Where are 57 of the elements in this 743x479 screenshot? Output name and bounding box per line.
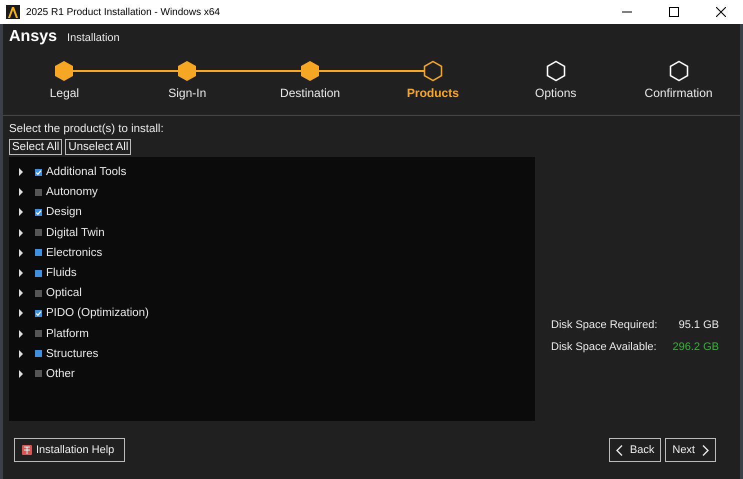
app-logo-icon — [6, 5, 20, 19]
disk-space-value: 95.1 GB — [678, 319, 719, 331]
checkbox[interactable] — [35, 350, 42, 358]
step-label[interactable]: Confirmation — [644, 86, 713, 100]
checkbox[interactable] — [35, 290, 42, 297]
next-button[interactable]: Next — [665, 438, 716, 462]
product-label[interactable]: Optical — [46, 287, 82, 300]
checkbox[interactable] — [35, 310, 42, 317]
header-subtitle: Installation — [67, 32, 120, 44]
checkbox[interactable] — [35, 330, 42, 338]
back-button[interactable]: Back — [608, 438, 662, 462]
step-label[interactable]: Options — [535, 86, 576, 100]
chevron-left-icon — [616, 444, 623, 456]
product-label[interactable]: Structures — [46, 348, 98, 360]
maximize-icon[interactable] — [669, 7, 679, 17]
checkbox[interactable] — [35, 168, 42, 176]
expand-caret-icon[interactable] — [18, 248, 24, 257]
step-label[interactable]: Legal — [50, 86, 80, 100]
product-label[interactable]: Fluids — [46, 267, 77, 280]
expand-caret-icon[interactable] — [18, 168, 24, 176]
product-label[interactable]: Platform — [46, 328, 89, 340]
disk-space-value: 296.2 GB — [672, 341, 719, 353]
expand-caret-icon[interactable] — [18, 330, 24, 338]
chevron-right-icon — [702, 444, 709, 456]
expand-caret-icon[interactable] — [18, 208, 24, 216]
expand-caret-icon[interactable] — [18, 269, 24, 278]
disk-space-label: Disk Space Available: — [551, 341, 657, 353]
select-button[interactable]: Select All — [9, 139, 62, 155]
expand-caret-icon[interactable] — [18, 350, 24, 358]
product-label[interactable]: Electronics — [46, 246, 102, 259]
close-icon[interactable] — [716, 7, 726, 17]
product-label[interactable]: Other — [46, 368, 75, 380]
expand-caret-icon[interactable] — [18, 370, 24, 378]
step-label[interactable]: Products — [406, 86, 459, 100]
brand-logo: Ansys — [9, 28, 58, 46]
product-label[interactable]: PIDO (Optimization) — [46, 307, 149, 320]
checkbox[interactable] — [35, 229, 42, 236]
product-label[interactable]: Design — [46, 206, 82, 218]
checkbox[interactable] — [35, 370, 42, 378]
instruction-text: Select the product(s) to install: — [9, 123, 165, 135]
expand-caret-icon[interactable] — [18, 228, 24, 237]
checkbox[interactable] — [35, 208, 42, 216]
window-title: 2025 R1 Product Installation - Windows x64 — [26, 6, 220, 18]
step-label[interactable]: Sign-In — [168, 86, 206, 100]
checkbox[interactable] — [35, 188, 42, 196]
product-label[interactable]: Additional Tools — [46, 166, 126, 178]
product-label[interactable]: Digital Twin — [46, 226, 105, 239]
step-label[interactable]: Destination — [280, 86, 340, 100]
expand-caret-icon[interactable] — [18, 289, 24, 298]
checkbox[interactable] — [35, 270, 42, 277]
checkbox[interactable] — [35, 249, 42, 256]
product-label[interactable]: Autonomy — [46, 186, 98, 198]
disk-space-label: Disk Space Required: — [551, 319, 658, 331]
expand-caret-icon[interactable] — [18, 188, 24, 196]
select-button[interactable]: Unselect All — [65, 139, 132, 155]
installation-help-button[interactable]: Installation Help — [14, 438, 126, 462]
expand-caret-icon[interactable] — [18, 309, 24, 318]
